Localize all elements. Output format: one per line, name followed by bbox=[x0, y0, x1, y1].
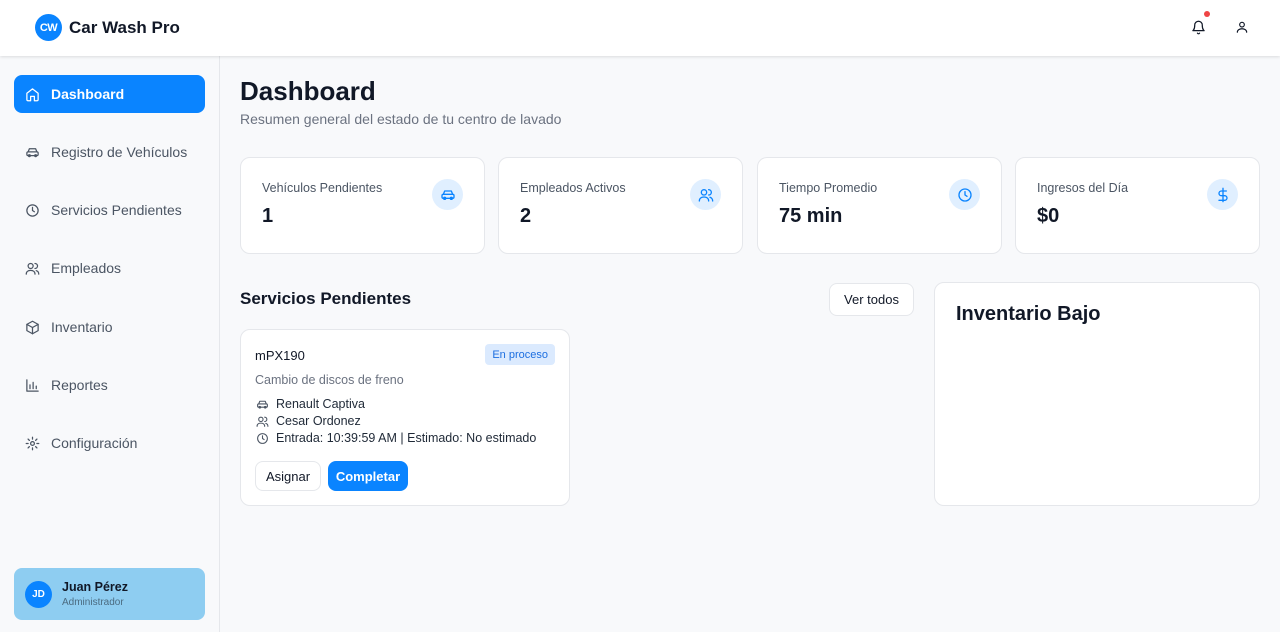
view-all-button[interactable]: Ver todos bbox=[829, 283, 914, 316]
stat-value: 2 bbox=[520, 205, 532, 227]
users-icon bbox=[255, 414, 269, 428]
avatar: JD bbox=[25, 581, 52, 608]
sidebar-item-label: Empleados bbox=[51, 260, 122, 276]
users-icon bbox=[25, 261, 40, 276]
sidebar-item-inventario[interactable]: Inventario bbox=[14, 308, 205, 346]
service-card: mPX190 En proceso Cambio de discos de fr… bbox=[240, 329, 570, 506]
stat-value: $0 bbox=[1037, 205, 1060, 227]
service-times: Entrada: 10:39:59 AM | Estimado: No esti… bbox=[276, 431, 537, 445]
box-icon bbox=[25, 320, 40, 335]
page-subtitle: Resumen general del estado de tu centro … bbox=[240, 111, 562, 127]
status-badge: En proceso bbox=[485, 344, 555, 365]
bar-chart-icon bbox=[25, 378, 40, 393]
vehicle-model: Renault Captiva bbox=[276, 397, 365, 411]
sidebar-item-label: Configuración bbox=[51, 435, 138, 451]
users-icon bbox=[690, 179, 721, 210]
logo-badge[interactable]: CW bbox=[35, 14, 62, 41]
user-name: Juan Pérez bbox=[62, 580, 129, 594]
employee-name: Cesar Ordonez bbox=[276, 414, 361, 428]
gear-icon bbox=[25, 436, 40, 451]
notification-dot bbox=[1204, 11, 1210, 17]
sidebar-item-servicios-pendientes[interactable]: Servicios Pendientes bbox=[14, 191, 205, 229]
service-name: Cambio de discos de freno bbox=[255, 373, 404, 387]
car-icon bbox=[25, 145, 40, 160]
sidebar-item-label: Dashboard bbox=[51, 86, 125, 102]
inventory-title: Inventario Bajo bbox=[956, 303, 1101, 325]
complete-button[interactable]: Completar bbox=[328, 461, 408, 491]
clock-icon bbox=[949, 179, 980, 210]
inventory-card: Inventario Bajo bbox=[934, 282, 1260, 506]
page-title: Dashboard bbox=[240, 76, 376, 106]
stat-card-tiempo-promedio: Tiempo Promedio 75 min bbox=[757, 157, 1002, 254]
stat-value: 1 bbox=[262, 205, 274, 227]
clock-icon bbox=[255, 431, 269, 445]
car-icon bbox=[432, 179, 463, 210]
home-icon bbox=[25, 87, 40, 102]
sidebar-item-label: Inventario bbox=[51, 319, 113, 335]
bell-icon[interactable] bbox=[1189, 11, 1210, 36]
user-card[interactable]: JD Juan Pérez Administrador bbox=[14, 568, 205, 620]
user-icon[interactable] bbox=[1233, 18, 1251, 36]
vehicle-plate: mPX190 bbox=[255, 348, 305, 363]
app-name[interactable]: Car Wash Pro bbox=[69, 18, 180, 38]
user-role: Administrador bbox=[62, 597, 124, 608]
stat-label: Tiempo Promedio bbox=[779, 181, 878, 195]
sidebar-item-registro-vehiculos[interactable]: Registro de Vehículos bbox=[14, 133, 205, 171]
stat-label: Ingresos del Día bbox=[1037, 181, 1129, 195]
dollar-icon bbox=[1207, 179, 1238, 210]
top-bar: CW Car Wash Pro bbox=[0, 0, 1280, 56]
employee-row: Cesar Ordonez bbox=[255, 414, 361, 428]
stat-value: 75 min bbox=[779, 205, 843, 227]
sidebar: Dashboard Registro de Vehículos Servicio… bbox=[0, 56, 220, 632]
stat-card-empleados-activos: Empleados Activos 2 bbox=[498, 157, 743, 254]
time-row: Entrada: 10:39:59 AM | Estimado: No esti… bbox=[255, 431, 536, 445]
section-title-servicios-pendientes: Servicios Pendientes bbox=[240, 289, 412, 308]
sidebar-item-label: Reportes bbox=[51, 377, 108, 393]
stat-card-ingresos-dia: Ingresos del Día $0 bbox=[1015, 157, 1260, 254]
stat-label: Vehículos Pendientes bbox=[262, 181, 383, 195]
sidebar-item-dashboard[interactable]: Dashboard bbox=[14, 75, 205, 113]
stat-card-vehiculos-pendientes: Vehículos Pendientes 1 bbox=[240, 157, 485, 254]
sidebar-item-reportes[interactable]: Reportes bbox=[14, 366, 205, 404]
clock-icon bbox=[25, 203, 40, 218]
sidebar-item-label: Registro de Vehículos bbox=[51, 144, 188, 160]
vehicle-row: Renault Captiva bbox=[255, 397, 365, 411]
sidebar-item-configuracion[interactable]: Configuración bbox=[14, 424, 205, 462]
assign-button[interactable]: Asignar bbox=[255, 461, 321, 491]
sidebar-item-label: Servicios Pendientes bbox=[51, 202, 182, 218]
car-icon bbox=[255, 397, 269, 411]
stat-label: Empleados Activos bbox=[520, 181, 626, 195]
sidebar-item-empleados[interactable]: Empleados bbox=[14, 249, 205, 287]
